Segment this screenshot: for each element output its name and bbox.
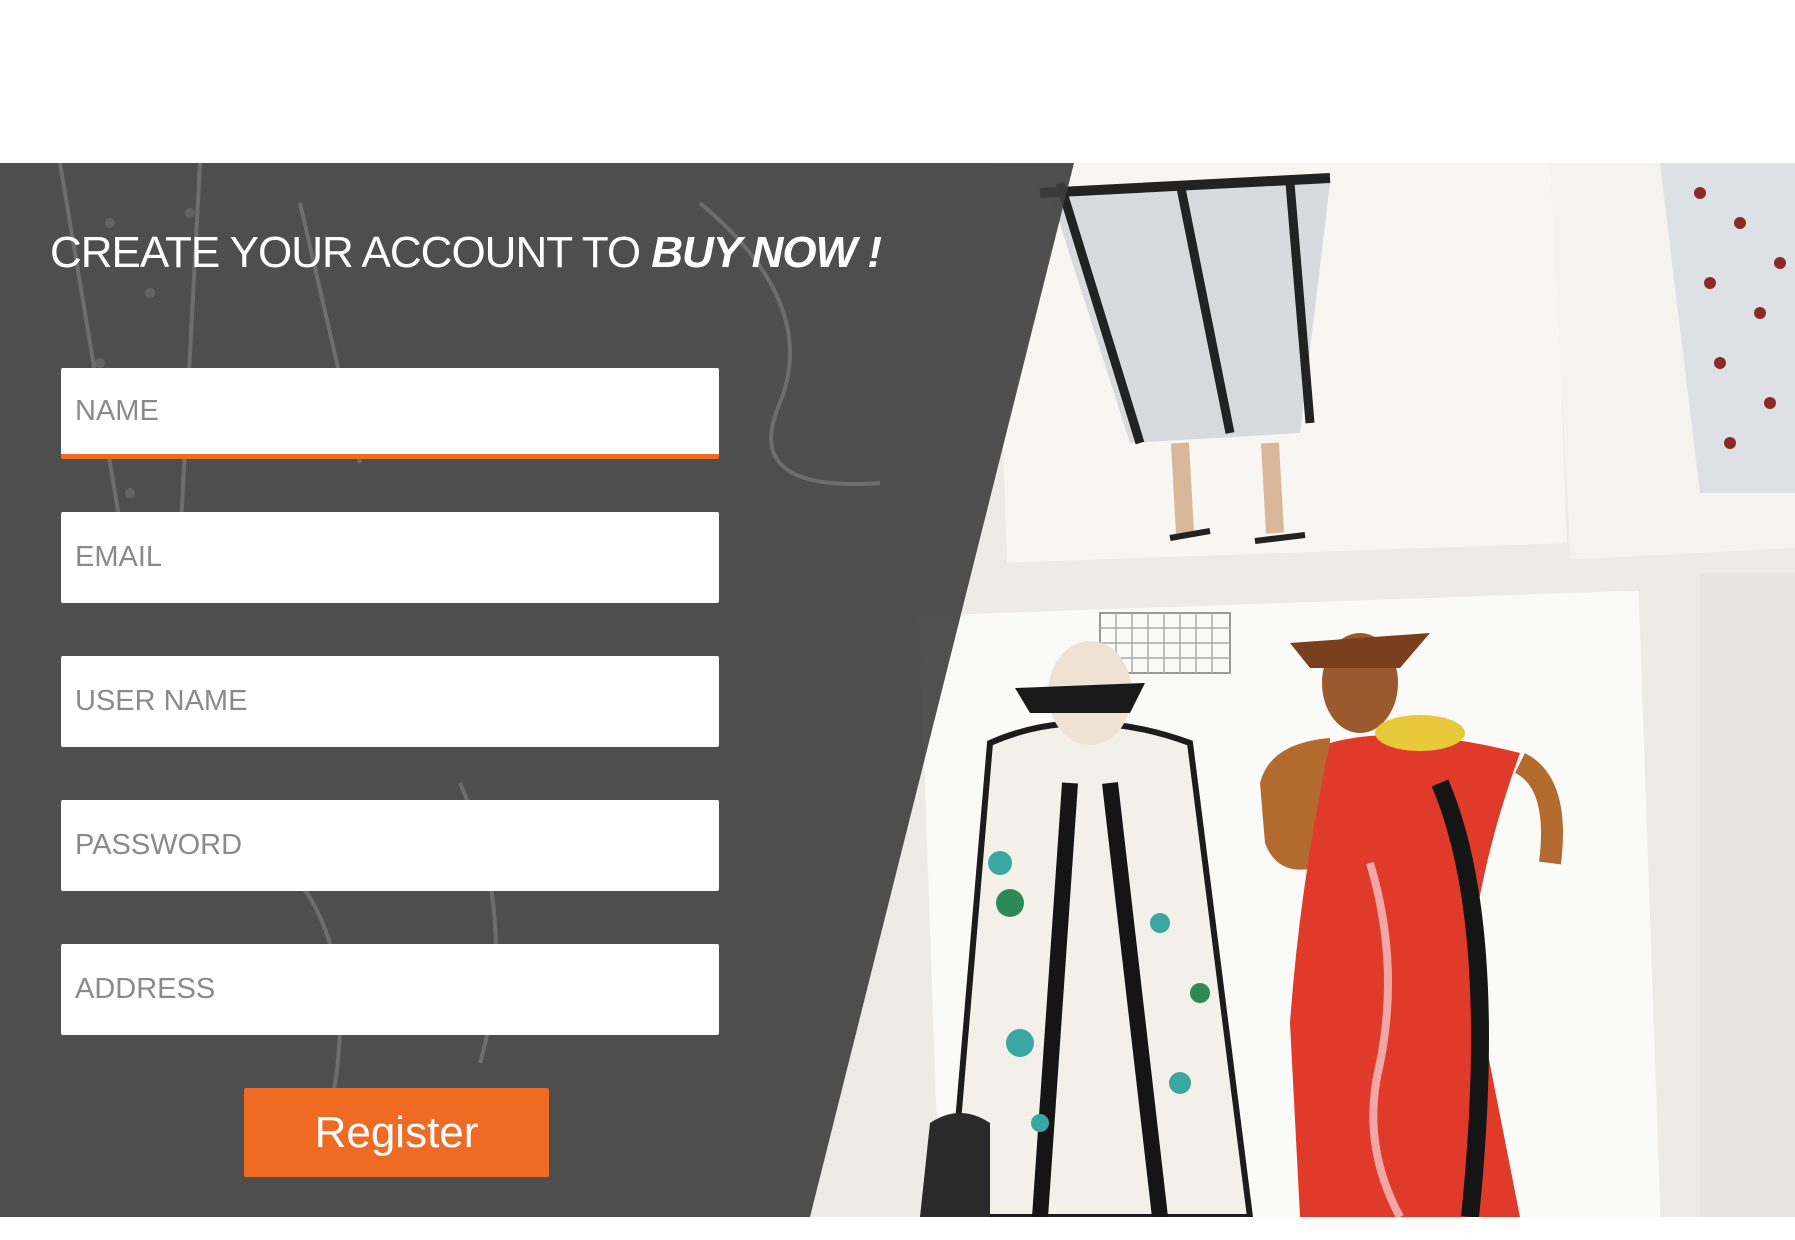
address-input[interactable] xyxy=(61,944,719,1035)
title-emphasis: BUY NOW ! xyxy=(651,228,882,277)
email-field[interactable] xyxy=(61,512,719,603)
register-button[interactable]: Register xyxy=(244,1088,549,1177)
page-title: CREATE YOUR ACCOUNT TO BUY NOW ! xyxy=(50,228,882,278)
password-input[interactable] xyxy=(61,800,719,891)
email-input[interactable] xyxy=(61,512,719,603)
name-input[interactable] xyxy=(61,368,719,454)
username-field[interactable] xyxy=(61,656,719,747)
password-field[interactable] xyxy=(61,800,719,891)
name-field[interactable] xyxy=(61,368,719,459)
username-input[interactable] xyxy=(61,656,719,747)
title-text: CREATE YOUR ACCOUNT TO xyxy=(50,228,652,277)
address-field[interactable] xyxy=(61,944,719,1035)
